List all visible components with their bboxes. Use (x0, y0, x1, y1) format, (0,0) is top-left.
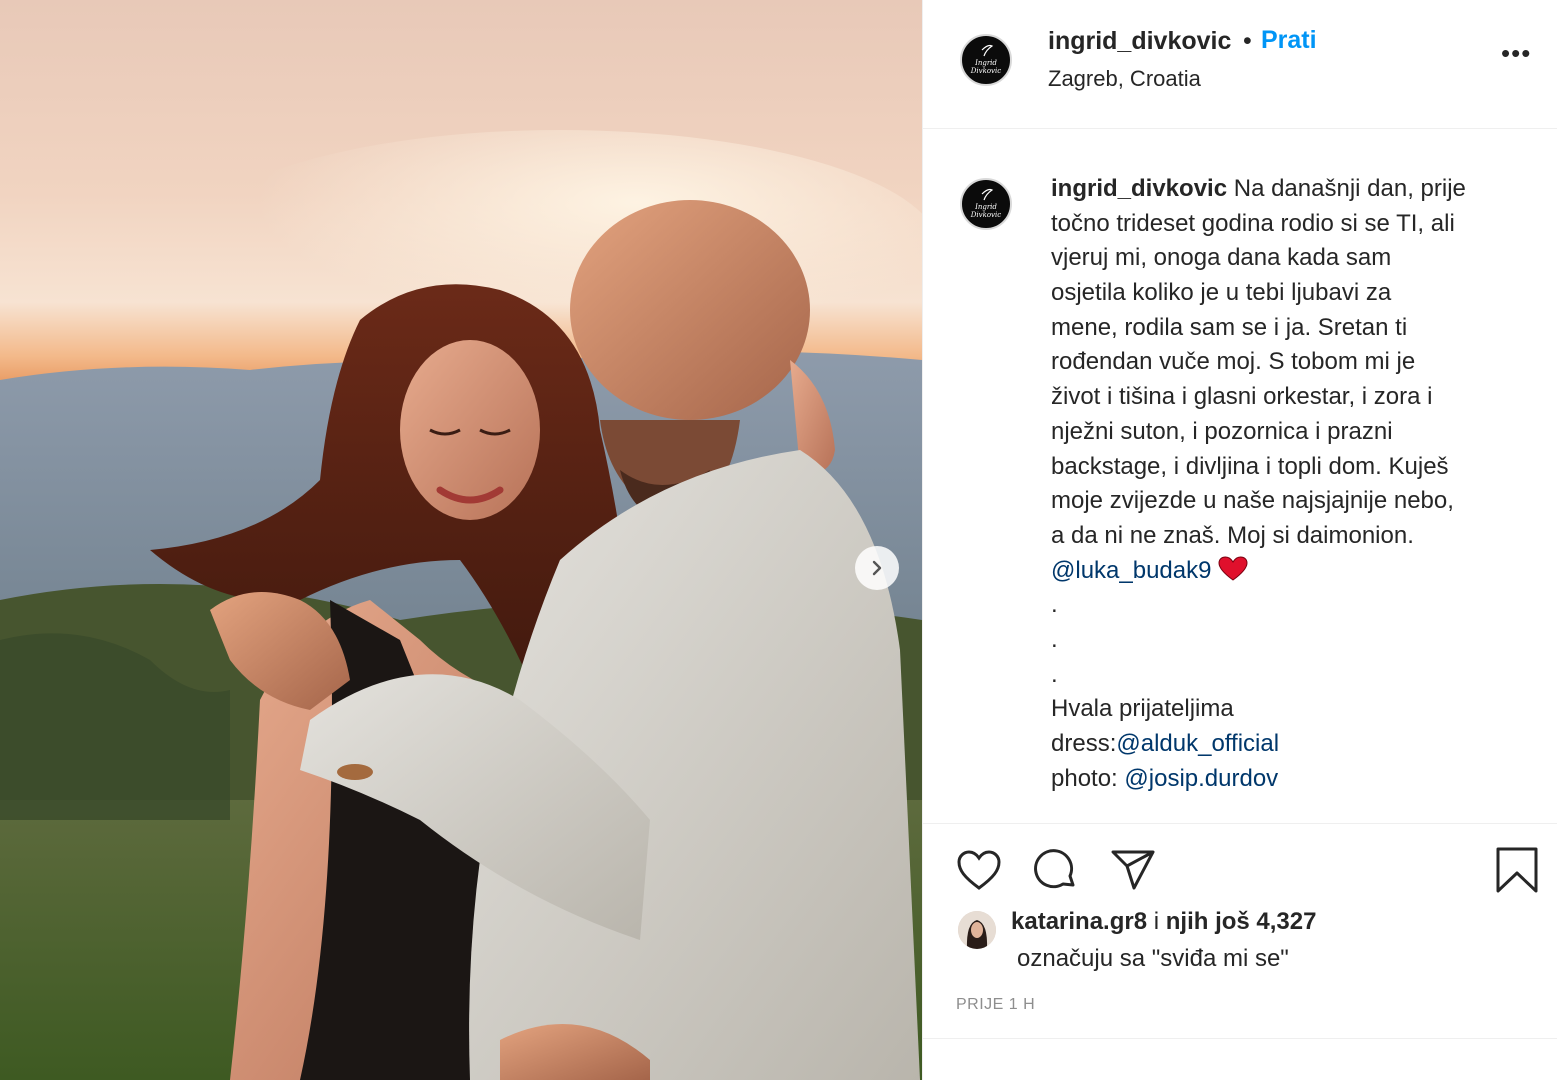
caption-line: mene, rodila sam se i ja. Sretan ti (1051, 313, 1408, 341)
bottom-divider (923, 1038, 1557, 1039)
svg-text:Ingrid: Ingrid (974, 59, 997, 67)
caption-thanks: Hvala prijateljima (1051, 695, 1234, 723)
caption-dot: . (1051, 660, 1058, 688)
follow-button[interactable]: Prati (1261, 26, 1317, 55)
red-heart-icon (1218, 556, 1248, 581)
caption-line: točno trideset godina rodio si se TI, al… (1051, 209, 1455, 237)
caption-line: vjeruj mi, onoga dana kada sam (1051, 244, 1392, 272)
caption-line: život i tišina i glasni orkestar, i zora… (1051, 383, 1433, 411)
header-separator: • (1243, 27, 1252, 55)
comment-button[interactable] (1033, 848, 1079, 899)
author-username[interactable]: ingrid_divkovic (1048, 27, 1231, 56)
caption-line: moje zvijezde u naše najsjajnije nebo, (1051, 487, 1454, 515)
caption-text: Na današnji dan, prije (1227, 175, 1466, 202)
caption-line: osjetila koliko je u tebi ljubavi za (1051, 279, 1392, 307)
post-photo[interactable] (0, 0, 922, 1080)
heart-icon (957, 850, 1001, 890)
caption-line: @luka_budak9 (1051, 554, 1521, 589)
more-options-button[interactable]: ••• (1501, 38, 1531, 69)
liked-by-user[interactable]: katarina.gr8 (1011, 908, 1147, 935)
caption-author-avatar[interactable]: Ingrid Divkovic (960, 178, 1012, 230)
liked-by: katarina.gr8 i njih još 4,327 (1011, 908, 1316, 936)
actions-divider (923, 823, 1557, 824)
caption-dress-credit: dress:@alduk_official (1051, 727, 1521, 762)
photo-label: photo: (1051, 764, 1125, 792)
liked-by-connector: i (1147, 908, 1166, 935)
caption-line: backstage, i divljina i topli dom. Kuješ (1051, 452, 1449, 480)
post-caption: ingrid_divkovic Na današnji dan, prije t… (1051, 172, 1521, 796)
paper-plane-icon (1111, 850, 1155, 890)
svg-text:Divkovic: Divkovic (970, 211, 1001, 219)
post-location[interactable]: Zagreb, Croatia (1048, 66, 1201, 92)
caption-avatar-logo: Ingrid Divkovic (970, 188, 1001, 219)
post-header: Ingrid Divkovic ingrid_divkovic • Prati … (923, 0, 1557, 129)
bookmark-icon (1496, 847, 1538, 893)
author-avatar[interactable]: Ingrid Divkovic (960, 34, 1012, 86)
caption-username[interactable]: ingrid_divkovic (1051, 175, 1227, 202)
dress-mention-link[interactable]: @alduk_official (1116, 730, 1279, 757)
svg-text:Ingrid: Ingrid (974, 203, 997, 211)
comment-icon (1034, 849, 1075, 889)
save-button[interactable] (1494, 845, 1540, 900)
post-side-panel: Ingrid Divkovic ingrid_divkovic • Prati … (922, 0, 1557, 1080)
liked-by-others[interactable]: njih još 4,327 (1166, 908, 1317, 935)
share-button[interactable] (1109, 848, 1157, 897)
liker-avatar[interactable] (958, 911, 996, 949)
liked-by-suffix: označuju sa "sviđa mi se" (1017, 945, 1289, 972)
svg-text:Divkovic: Divkovic (970, 67, 1001, 75)
caption-line: nježni suton, i pozornica i prazni (1051, 417, 1393, 445)
couple-photo-illustration (0, 0, 922, 1080)
author-avatar-logo: Ingrid Divkovic (970, 44, 1001, 75)
caption-photo-credit: photo: @josip.durdov (1051, 762, 1521, 797)
caption-line: rođendan vuče moj. S tobom mi je (1051, 348, 1416, 376)
post-timestamp[interactable]: PRIJE 1 H (956, 996, 1035, 1014)
dress-label: dress: (1051, 730, 1117, 757)
caption-dot: . (1051, 625, 1058, 653)
caption-line: ingrid_divkovic Na današnji dan, prije (1051, 172, 1521, 207)
caption-dot: . (1051, 591, 1058, 619)
next-photo-button[interactable] (855, 546, 899, 590)
liker-avatar-image (958, 911, 996, 949)
mention-link[interactable]: @luka_budak9 (1051, 557, 1211, 584)
caption-line: a da ni ne znaš. Moj si daimonion. (1051, 521, 1414, 549)
like-button[interactable] (956, 848, 1002, 897)
photo-mention-link[interactable]: @josip.durdov (1124, 765, 1278, 792)
chevron-right-icon (872, 560, 882, 576)
